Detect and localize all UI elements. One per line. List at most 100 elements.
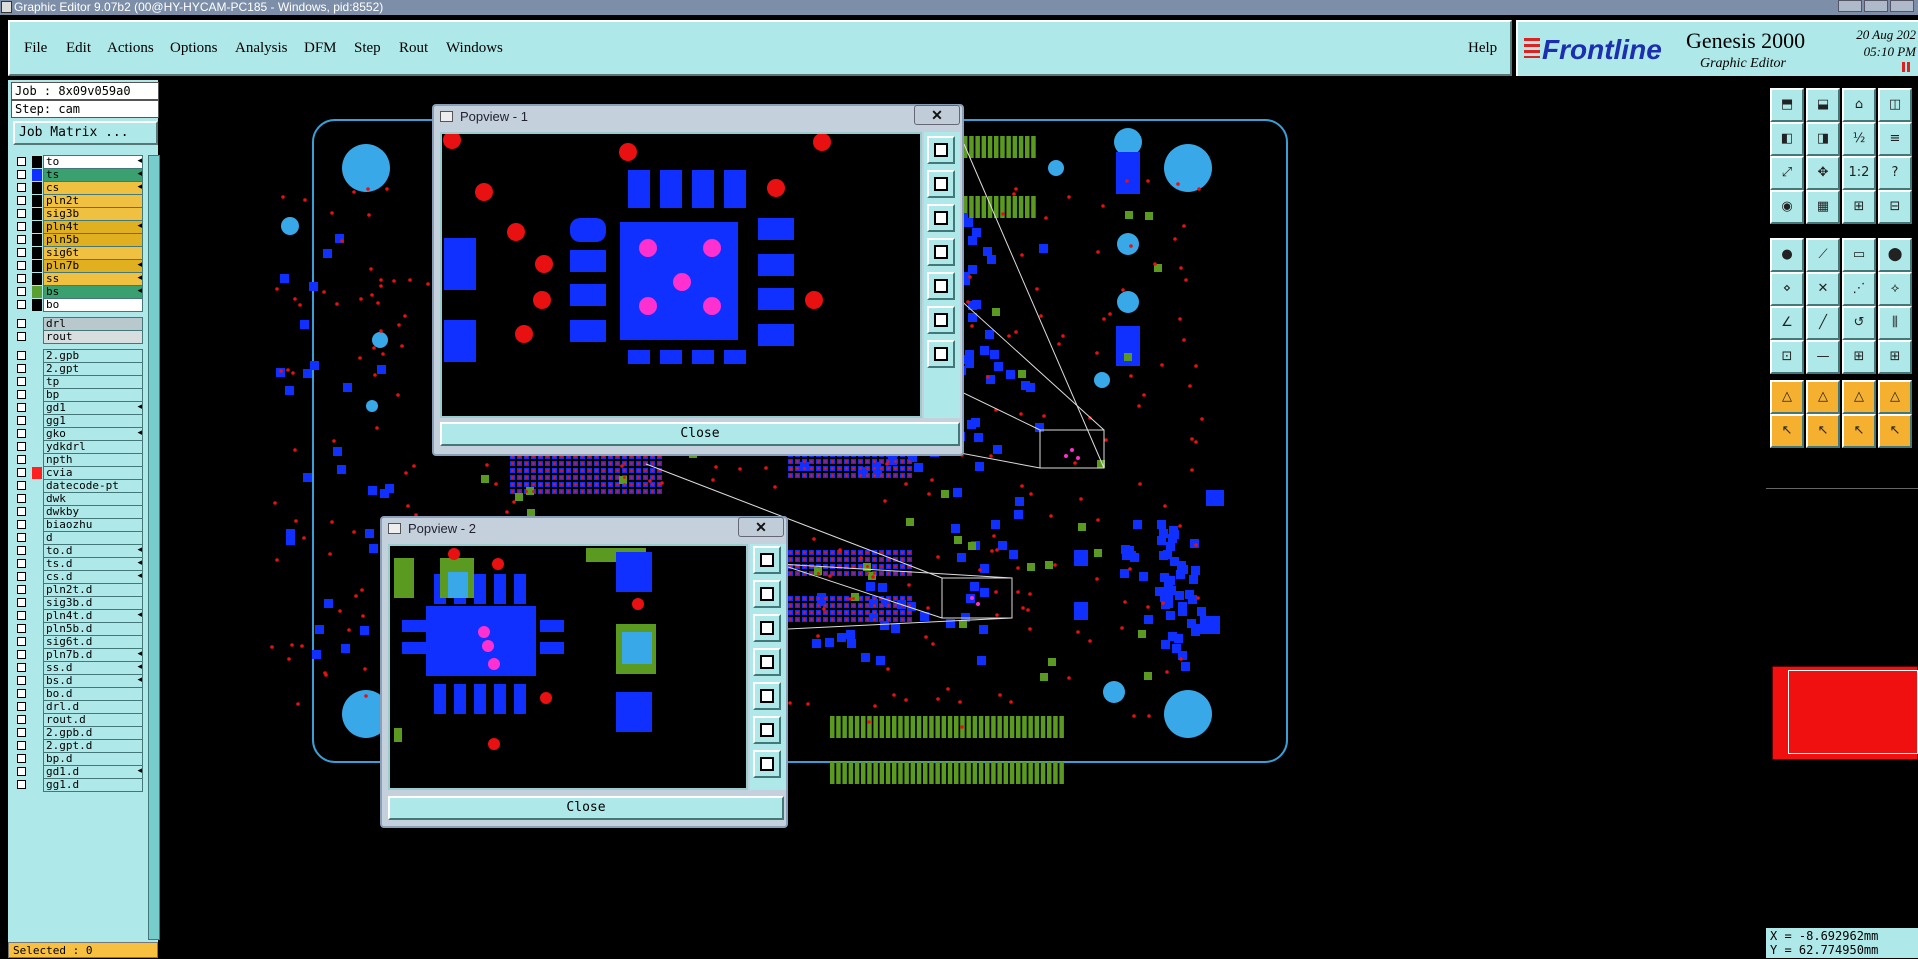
overview-map[interactable]: [1766, 488, 1918, 840]
layer-checkbox[interactable]: [17, 624, 26, 633]
layer-name[interactable]: sig3b.d: [43, 596, 143, 610]
layer-row[interactable]: gko ◂: [11, 427, 145, 441]
layer-checkbox[interactable]: [17, 455, 26, 464]
arc-icon[interactable]: ⟡: [1878, 272, 1912, 306]
zoom-window-icon[interactable]: [927, 136, 955, 164]
layer-name[interactable]: gko: [43, 427, 143, 441]
layer-name[interactable]: sig3b: [43, 207, 143, 221]
layer-row[interactable]: pln7b ◂: [11, 259, 145, 273]
layer-row[interactable]: ts ◂: [11, 168, 145, 182]
tri-icon[interactable]: △: [1770, 380, 1804, 414]
layer-row[interactable]: pln5b: [11, 233, 145, 247]
slash-icon[interactable]: ╱: [1806, 306, 1840, 340]
layer-checkbox[interactable]: [17, 637, 26, 646]
layer-color-swatch[interactable]: [32, 363, 42, 375]
layer-name[interactable]: to.d: [43, 544, 143, 558]
pan-right-icon[interactable]: [753, 682, 781, 710]
pan-left-icon[interactable]: [753, 648, 781, 676]
layer-name[interactable]: bo.d: [43, 687, 143, 701]
scale-icon[interactable]: 1:2: [1842, 156, 1876, 190]
layer-name[interactable]: 2.gpt.d: [43, 739, 143, 753]
layer-name[interactable]: drl: [43, 317, 143, 331]
layer-checkbox[interactable]: [17, 780, 26, 789]
help-icon[interactable]: ?: [1878, 156, 1912, 190]
move-icon[interactable]: ⊡: [1770, 340, 1804, 374]
layer-color-swatch[interactable]: [32, 234, 42, 246]
layer-checkbox[interactable]: [17, 390, 26, 399]
chart-icon[interactable]: ⫼: [1878, 306, 1912, 340]
layer-checkbox[interactable]: [17, 689, 26, 698]
layer-name[interactable]: ts: [43, 168, 143, 182]
layer-checkbox[interactable]: [17, 364, 26, 373]
maximize-button[interactable]: [1864, 0, 1888, 12]
layer-color-swatch[interactable]: [32, 714, 42, 726]
layer-name[interactable]: ss.d: [43, 661, 143, 675]
layer-row[interactable]: sig3b: [11, 207, 145, 221]
layer-checkbox[interactable]: [17, 332, 26, 341]
menu-options[interactable]: Options: [170, 40, 218, 57]
measure-icon[interactable]: ◉: [1770, 190, 1804, 224]
layer-checkbox[interactable]: [17, 248, 26, 257]
zoom-home-icon[interactable]: [753, 716, 781, 744]
layer-name[interactable]: rout: [43, 330, 143, 344]
popview-1-close-x-button[interactable]: ✕: [914, 105, 960, 125]
layer-checkbox[interactable]: [17, 650, 26, 659]
line-add-icon[interactable]: ⟋: [1806, 238, 1840, 272]
layer-color-swatch[interactable]: [32, 688, 42, 700]
layer-checkbox[interactable]: [17, 741, 26, 750]
menu-analysis[interactable]: Analysis: [235, 40, 288, 57]
layer-checkbox[interactable]: [17, 507, 26, 516]
layer-color-swatch[interactable]: [32, 195, 42, 207]
layer-color-swatch[interactable]: [32, 260, 42, 272]
layer-row[interactable]: 2.gpt.d: [11, 739, 145, 753]
layer-checkbox[interactable]: [17, 663, 26, 672]
layer-name[interactable]: pln5b: [43, 233, 143, 247]
half-icon[interactable]: ½: [1842, 122, 1876, 156]
layer-name[interactable]: d: [43, 531, 143, 545]
zoom-in-icon[interactable]: [927, 170, 955, 198]
popview-2-close-x-button[interactable]: ✕: [738, 517, 784, 537]
layer-row[interactable]: bs.d ◂: [11, 674, 145, 688]
layer-name[interactable]: ss: [43, 272, 143, 286]
layer-color-swatch[interactable]: [32, 221, 42, 233]
layer-row[interactable]: biaozhu: [11, 518, 145, 532]
popview-2-close-button[interactable]: Close: [388, 796, 784, 820]
zoom-out-icon[interactable]: [927, 204, 955, 232]
zoom-window-icon[interactable]: [753, 546, 781, 574]
layer-name[interactable]: to: [43, 155, 143, 169]
layer-row[interactable]: gd1.d ◂: [11, 765, 145, 779]
layer-color-swatch[interactable]: [32, 247, 42, 259]
layer-color-swatch[interactable]: [32, 506, 42, 518]
layer-name[interactable]: bp: [43, 388, 143, 402]
layer-color-swatch[interactable]: [32, 467, 42, 479]
step-icon[interactable]: ≡: [1878, 122, 1912, 156]
layer-row[interactable]: gg1.d: [11, 778, 145, 792]
layer-name[interactable]: ydkdrl: [43, 440, 143, 454]
select3-icon[interactable]: ↖: [1842, 414, 1876, 448]
layer-color-swatch[interactable]: [32, 169, 42, 181]
layer-row[interactable]: sig6t.d: [11, 635, 145, 649]
layer-name[interactable]: bs: [43, 285, 143, 299]
layer-color-swatch[interactable]: [32, 545, 42, 557]
layer-row[interactable]: cvia: [11, 466, 145, 480]
layer-checkbox[interactable]: [17, 196, 26, 205]
layer-row[interactable]: gd1 ◂: [11, 401, 145, 415]
layer-checkbox[interactable]: [17, 533, 26, 542]
layer-name[interactable]: cs: [43, 181, 143, 195]
minimize-button[interactable]: [1838, 0, 1862, 12]
window-close-button[interactable]: [1890, 0, 1914, 12]
layer-row[interactable]: pln2t.d: [11, 583, 145, 597]
layer-checkbox[interactable]: [17, 585, 26, 594]
window-icon[interactable]: ◫: [1878, 88, 1912, 122]
layer-checkbox[interactable]: [17, 715, 26, 724]
zoom-fit-icon[interactable]: ⬓: [1806, 88, 1840, 122]
layer-name[interactable]: gg1.d: [43, 778, 143, 792]
layer-name[interactable]: sig6t: [43, 246, 143, 260]
layer-checkbox[interactable]: [17, 157, 26, 166]
layer-row[interactable]: bo: [11, 298, 145, 312]
layer-row[interactable]: bs ◂: [11, 285, 145, 299]
layer-color-swatch[interactable]: [32, 331, 42, 343]
layer-name[interactable]: npth: [43, 453, 143, 467]
layer-name[interactable]: cs.d: [43, 570, 143, 584]
layer-row[interactable]: pln5b.d: [11, 622, 145, 636]
